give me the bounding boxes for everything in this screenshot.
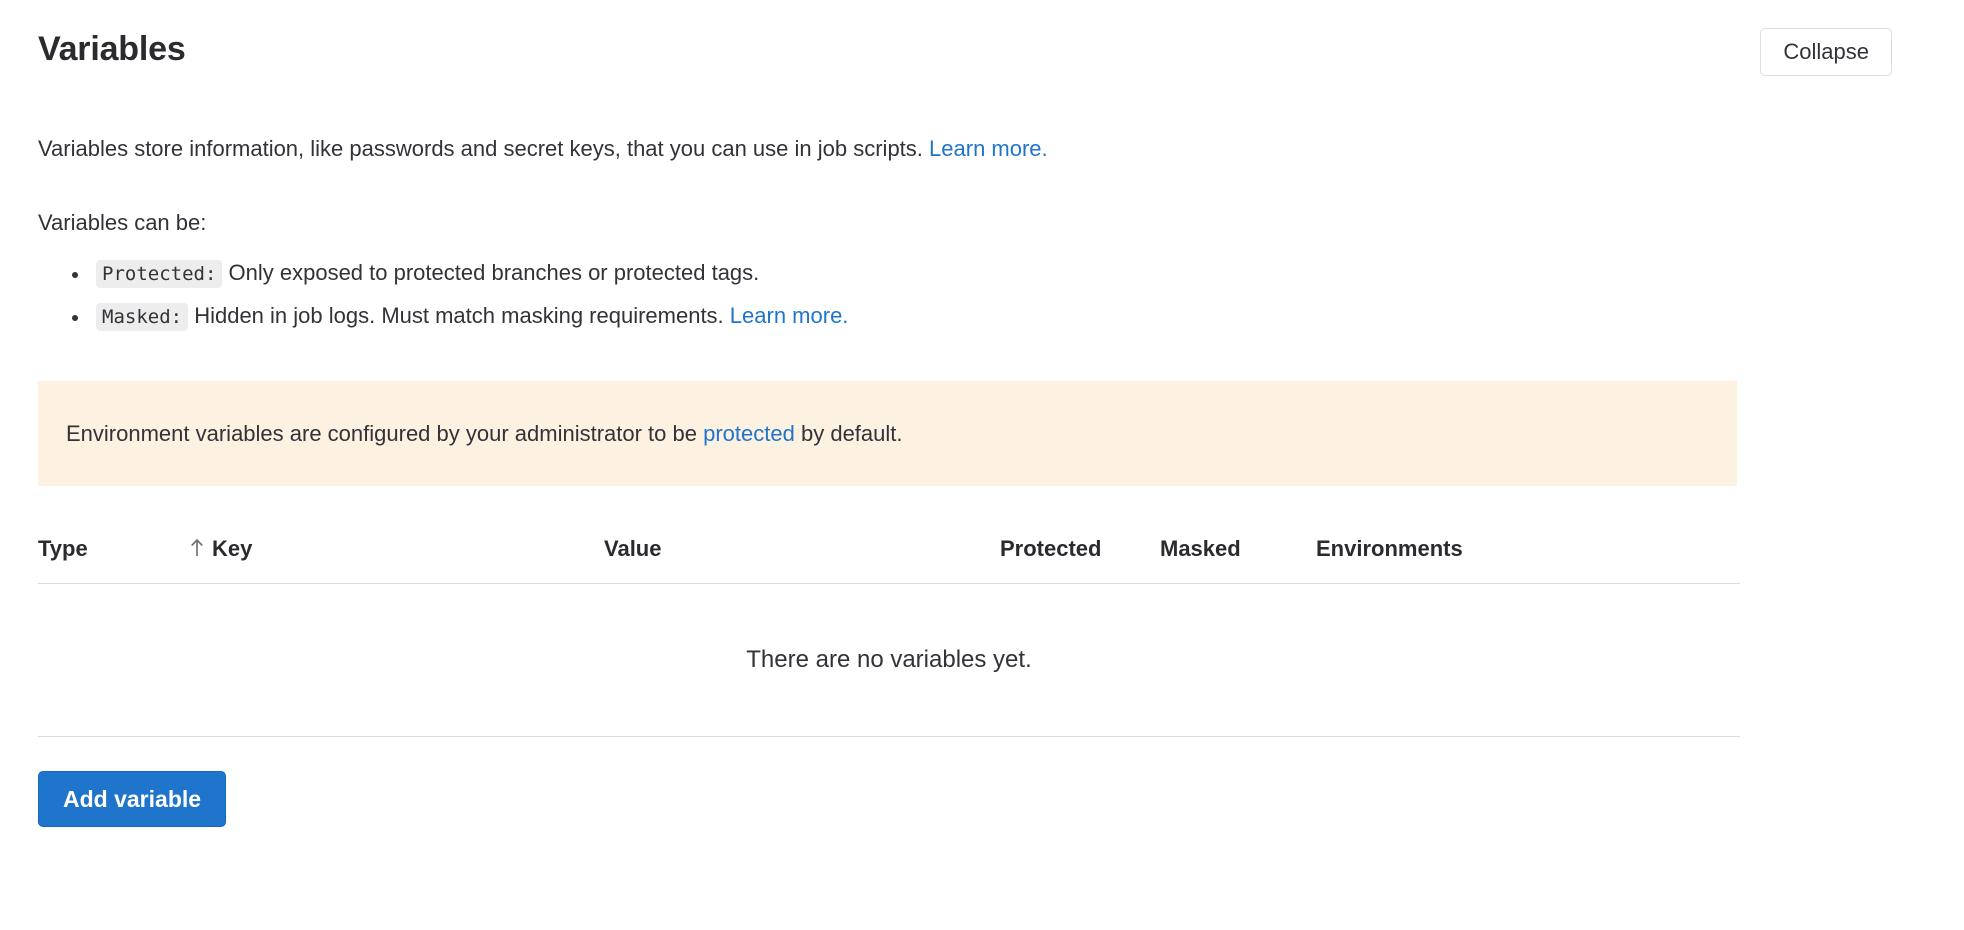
column-header-masked-label: Masked [1160, 536, 1241, 561]
column-header-environments[interactable]: Environments [1316, 536, 1463, 562]
learn-more-link-intro[interactable]: Learn more. [929, 136, 1048, 161]
intro-paragraph: Variables store information, like passwo… [38, 134, 1048, 164]
column-header-type-label: Type [38, 536, 88, 561]
environment-variables-alert: Environment variables are configured by … [38, 381, 1737, 486]
page-title: Variables [38, 30, 186, 68]
learn-more-link-masked[interactable]: Learn more. [730, 303, 849, 328]
column-header-protected-label: Protected [1000, 536, 1102, 561]
column-header-type[interactable]: Type [38, 536, 88, 562]
protected-description: Only exposed to protected branches or pr… [228, 260, 760, 285]
column-header-value[interactable]: Value [604, 536, 661, 562]
list-item: Protected: Only exposed to protected bra… [90, 252, 848, 295]
masked-description: Hidden in job logs. Must match masking r… [194, 303, 724, 328]
variables-table: Type Key Value Protected Masked Environm… [38, 520, 1740, 737]
table-empty-state: There are no variables yet. [38, 584, 1740, 737]
alert-text-before: Environment variables are configured by … [66, 420, 697, 446]
column-header-key-label: Key [212, 536, 253, 561]
intro-text: Variables store information, like passwo… [38, 136, 923, 161]
column-header-environments-label: Environments [1316, 536, 1463, 561]
protected-code-label: Protected: [96, 260, 223, 288]
column-header-value-label: Value [604, 536, 662, 561]
arrow-up-icon [190, 538, 204, 560]
masked-code-label: Masked: [96, 303, 189, 331]
section-header: Variables Collapse [38, 28, 1928, 76]
variable-types-list: Protected: Only exposed to protected bra… [38, 252, 848, 338]
variables-can-be-label: Variables can be: [38, 210, 207, 235]
list-item: Masked: Hidden in job logs. Must match m… [90, 295, 848, 338]
add-variable-button[interactable]: Add variable [38, 771, 227, 827]
table-header-row: Type Key Value Protected Masked Environm… [38, 520, 1740, 584]
protected-link[interactable]: protected [703, 421, 795, 446]
column-header-masked[interactable]: Masked [1160, 536, 1241, 562]
variables-settings-panel: Variables Collapse Variables store infor… [0, 0, 1964, 930]
alert-message: Environment variables are configured by … [66, 419, 903, 449]
column-header-key[interactable]: Key [190, 536, 252, 562]
empty-state-message: There are no variables yet. [746, 646, 1032, 673]
alert-text-after: by default. [800, 420, 903, 446]
column-header-protected[interactable]: Protected [1000, 536, 1101, 562]
collapse-button[interactable]: Collapse [1760, 28, 1892, 76]
